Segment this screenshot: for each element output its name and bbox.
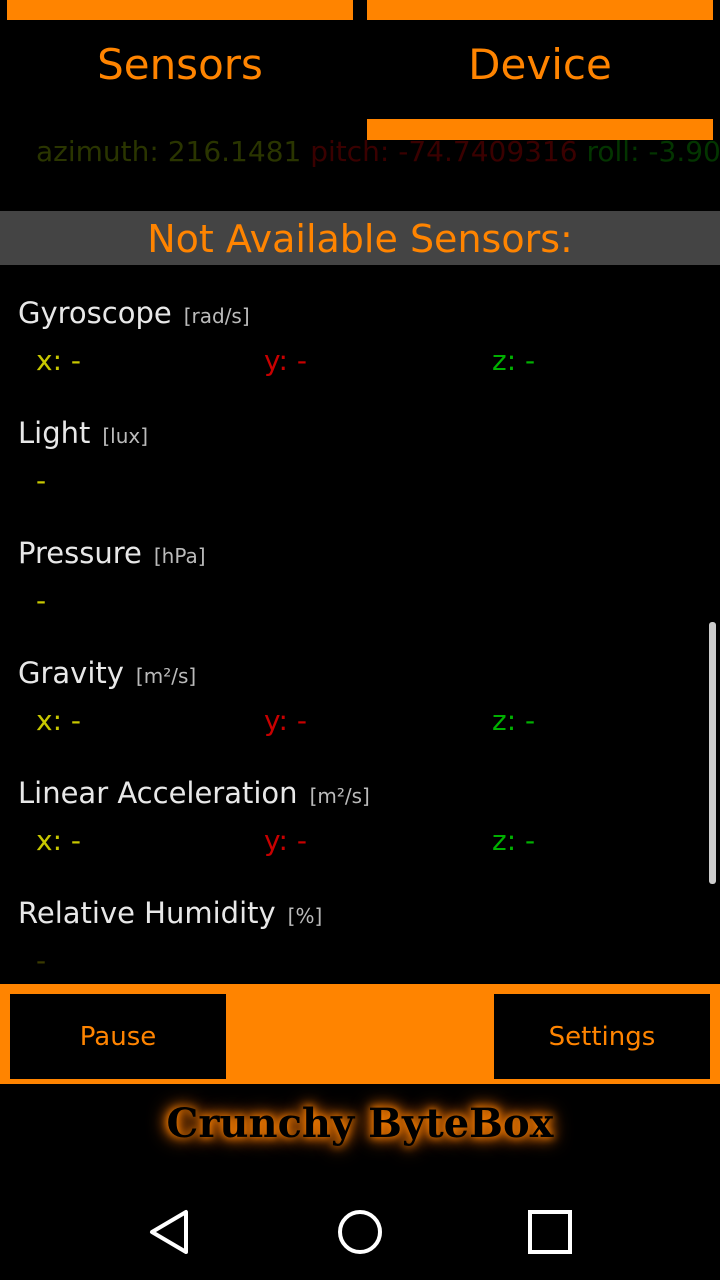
azimuth-value: azimuth: 216.1481: [36, 135, 302, 168]
orientation-readout: azimuth: 216.1481 pitch: -74.7409316 rol…: [36, 135, 720, 170]
z-value: z: -: [492, 704, 536, 737]
sensor-values: -: [18, 584, 698, 624]
tab-top-bar: [367, 0, 713, 20]
sensor-name: Light: [18, 416, 91, 450]
tab-sensors-label: Sensors: [97, 40, 263, 89]
tab-device-label: Device: [468, 40, 612, 89]
back-icon[interactable]: [140, 1202, 200, 1262]
sensor-values: x: - y: - z: -: [18, 344, 698, 384]
sensor-unit: [rad/s]: [183, 304, 250, 328]
sensor-values: -: [18, 944, 698, 982]
sensor-relative-humidity: Relative Humidity [%] -: [18, 896, 698, 982]
brand-logo: Crunchy ByteBox: [166, 1100, 554, 1147]
home-icon[interactable]: [330, 1202, 390, 1262]
sensor-unit: [hPa]: [153, 544, 206, 568]
y-value: y: -: [264, 704, 307, 737]
sensor-name: Relative Humidity: [18, 896, 276, 930]
value: -: [36, 584, 47, 617]
sensor-name: Gravity: [18, 656, 124, 690]
sensor-name: Pressure: [18, 536, 142, 570]
sensor-unit: [lux]: [102, 424, 149, 448]
sensor-name: Gyroscope: [18, 296, 172, 330]
sensor-light: Light [lux] -: [18, 416, 698, 504]
sensor-unit: [m²/s]: [135, 664, 197, 688]
sensor-unit: [%]: [287, 904, 323, 928]
tab-top-bar: [7, 0, 353, 20]
value: -: [36, 464, 47, 497]
sensor-gyroscope: Gyroscope [rad/s] x: - y: - z: -: [18, 296, 698, 384]
scrollbar[interactable]: [709, 622, 716, 884]
x-value: x: -: [36, 704, 82, 737]
sensor-linear-acceleration: Linear Acceleration [m²/s] x: - y: - z: -: [18, 776, 698, 864]
x-value: x: -: [36, 344, 82, 377]
pitch-value: pitch: -74.7409316: [310, 135, 578, 168]
sensor-unit: [m²/s]: [309, 784, 370, 808]
tab-device[interactable]: Device: [367, 0, 713, 140]
sensor-values: x: - y: - z: -: [18, 824, 698, 864]
y-value: y: -: [264, 824, 307, 857]
tab-sensors[interactable]: Sensors: [7, 0, 353, 140]
z-value: z: -: [492, 824, 536, 857]
z-value: z: -: [492, 344, 536, 377]
system-nav-bar: [0, 1180, 720, 1280]
roll-value: roll: -3.9092319: [586, 135, 720, 168]
sensor-pressure: Pressure [hPa] -: [18, 536, 698, 624]
sensor-values: x: - y: - z: -: [18, 704, 698, 744]
value: -: [36, 944, 47, 977]
recent-apps-icon[interactable]: [520, 1202, 580, 1262]
pause-button[interactable]: Pause: [10, 994, 226, 1079]
sensor-values: -: [18, 464, 698, 504]
sensor-name: Linear Acceleration: [18, 776, 298, 810]
y-value: y: -: [264, 344, 307, 377]
section-title: Not Available Sensors:: [0, 211, 720, 265]
settings-button[interactable]: Settings: [494, 994, 710, 1079]
tab-bar: Sensors Device: [0, 0, 720, 140]
bottom-button-bar: Pause Settings: [0, 984, 720, 1084]
sensor-gravity: Gravity [m²/s] x: - y: - z: -: [18, 656, 698, 744]
x-value: x: -: [36, 824, 82, 857]
